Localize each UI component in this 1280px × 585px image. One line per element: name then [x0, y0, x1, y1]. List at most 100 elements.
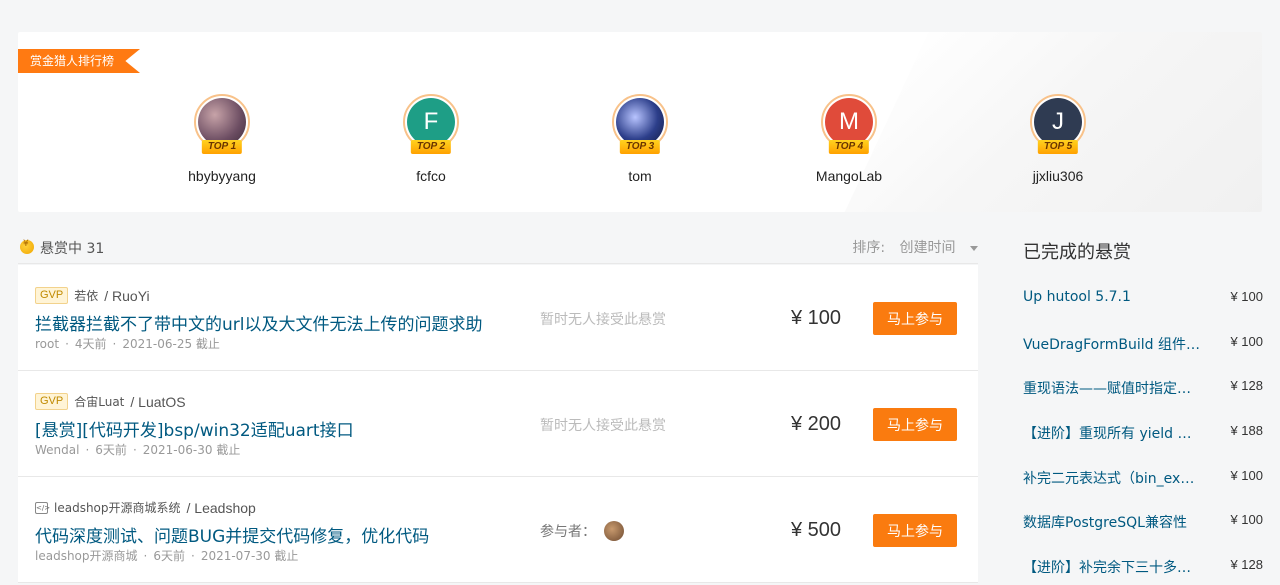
repo-name[interactable]: / RuoYi — [104, 288, 149, 304]
hunter-1[interactable]: TOP 1 hbybyyang — [162, 94, 282, 184]
avatar — [198, 98, 246, 146]
rank-badge: TOP 4 — [828, 140, 870, 154]
gvp-badge: GVP — [35, 287, 69, 304]
bounty-state-filter[interactable]: 悬赏中 31 — [40, 238, 104, 258]
coin-icon — [20, 239, 34, 254]
list-item[interactable]: 【进阶】补完余下三十多… ¥ 128 — [1023, 555, 1263, 585]
repo-name[interactable]: / LuatOS — [130, 394, 185, 410]
hunter-avatar-ring: M TOP 4 — [821, 94, 877, 154]
rank-badge: TOP 5 — [1037, 140, 1079, 154]
completed-bounty-price: ¥ 128 — [1230, 378, 1263, 394]
completed-bounty-price: ¥ 100 — [1230, 467, 1263, 483]
bounty-participants: 参与者： — [540, 521, 624, 541]
bounty-hunter-ranking: 赏金猎人排行榜 TOP 1 hbybyyang F TOP 2 fcfco TO… — [18, 32, 1262, 212]
participant-avatar[interactable] — [604, 521, 624, 541]
bounty-title[interactable]: [悬赏][代码开发]bsp/win32适配uart接口 — [35, 416, 354, 441]
list-item[interactable]: Up hutool 5.7.1 ¥ 100 — [1023, 287, 1263, 332]
list-item[interactable]: 数据库PostgreSQL兼容性 ¥ 100 — [1023, 510, 1263, 555]
bounty-list: GVP 若依 / RuoYi 拦截器拦截不了带中文的url以及大文件无法上传的问… — [18, 265, 978, 583]
completed-bounty-price: ¥ 100 — [1230, 512, 1263, 528]
bounty-deadline: 2021-06-25 截止 — [122, 337, 220, 351]
completed-bounty-price: ¥ 100 — [1230, 289, 1263, 304]
bounty-deadline: 2021-06-30 截止 — [142, 443, 241, 457]
bounty-repo: GVP 合宙Luat / LuatOS — [35, 393, 186, 410]
bounty-age: 4天前 — [74, 337, 107, 351]
bounty-author[interactable]: leadshop开源商城 — [35, 549, 138, 563]
rank-badge: TOP 3 — [619, 140, 661, 154]
completed-bounty-price: ¥ 188 — [1230, 423, 1263, 439]
bounty-deadline: 2021-07-30 截止 — [200, 549, 299, 563]
completed-bounty-title[interactable]: 重现语法——赋值时指定… — [1023, 378, 1203, 398]
completed-bounties-title: 已完成的悬赏 — [1023, 242, 1131, 263]
list-item[interactable]: 补完二元表达式（bin_exp… ¥ 100 — [1023, 466, 1263, 511]
completed-bounty-title[interactable]: 补完二元表达式（bin_exp… — [1023, 468, 1203, 488]
hunter-5[interactable]: J TOP 5 jjxliu306 — [998, 94, 1118, 184]
bounty-age: 6天前 — [153, 549, 185, 563]
bounty-age: 6天前 — [95, 443, 127, 457]
bounty-meta: Wendal · 6天前 · 2021-06-30 截止 — [35, 443, 241, 457]
bounty-price: ¥ 500 — [791, 519, 842, 541]
rank-badge: TOP 1 — [201, 140, 243, 154]
hunter-name[interactable]: MangoLab — [789, 168, 909, 184]
status-text: 暂时无人接受此悬赏 — [540, 418, 666, 434]
avatar — [616, 98, 664, 146]
bounty-price: ¥ 200 — [791, 413, 842, 435]
list-item[interactable]: VueDragFormBuild 组件 … ¥ 100 — [1023, 332, 1263, 377]
ranking-tag: 赏金猎人排行榜 — [18, 49, 141, 73]
hunter-4[interactable]: M TOP 4 MangoLab — [789, 94, 909, 184]
avatar: F — [407, 98, 455, 146]
completed-bounty-title[interactable]: 【进阶】重现所有 yield 相… — [1023, 423, 1203, 443]
list-item[interactable]: 重现语法——赋值时指定… ¥ 128 — [1023, 376, 1263, 421]
bounty-row: GVP 若依 / RuoYi 拦截器拦截不了带中文的url以及大文件无法上传的问… — [18, 265, 978, 371]
hunter-avatar-ring: F TOP 2 — [403, 94, 459, 154]
code-icon: </> — [35, 501, 51, 514]
repo-owner[interactable]: leadshop开源商城系统 — [54, 499, 181, 516]
bounty-title[interactable]: 代码深度测试、问题BUG并提交代码修复，优化代码 — [35, 522, 429, 547]
join-bounty-button[interactable]: 马上参与 — [873, 514, 957, 547]
repo-owner[interactable]: 若依 — [74, 287, 98, 304]
repo-owner[interactable]: 合宙Luat — [74, 393, 124, 410]
bounty-row: </> leadshop开源商城系统 / Leadshop 代码深度测试、问题B… — [18, 477, 978, 583]
join-bounty-button[interactable]: 马上参与 — [873, 408, 957, 441]
bounty-meta: leadshop开源商城 · 6天前 · 2021-07-30 截止 — [35, 549, 299, 563]
join-bounty-button[interactable]: 马上参与 — [873, 302, 957, 335]
bounty-price: ¥ 100 — [791, 307, 842, 329]
status-text: 暂时无人接受此悬赏 — [540, 312, 666, 328]
sort-dropdown[interactable]: 排序: 创建时间 — [852, 237, 978, 257]
bounty-repo: </> leadshop开源商城系统 / Leadshop — [35, 499, 256, 516]
completed-bounties-list: Up hutool 5.7.1 ¥ 100 VueDragFormBuild 组… — [1023, 287, 1263, 585]
bounty-status: 暂时无人接受此悬赏 — [540, 415, 666, 435]
hunter-2[interactable]: F TOP 2 fcfco — [371, 94, 491, 184]
bounty-list-header: 悬赏中 31 排序: 创建时间 — [18, 230, 978, 264]
bounty-row: GVP 合宙Luat / LuatOS [悬赏][代码开发]bsp/win32适… — [18, 371, 978, 477]
bounty-status: 暂时无人接受此悬赏 — [540, 309, 666, 329]
caret-down-icon — [970, 245, 978, 251]
completed-bounty-price: ¥ 100 — [1230, 333, 1263, 349]
hunter-avatar-ring: TOP 1 — [194, 94, 250, 154]
repo-name[interactable]: / Leadshop — [187, 500, 256, 516]
gvp-badge: GVP — [35, 393, 69, 410]
hunter-name[interactable]: fcfco — [371, 168, 491, 184]
sort-label: 排序: — [852, 240, 886, 256]
hunter-name[interactable]: tom — [580, 168, 700, 184]
avatar: M — [825, 98, 873, 146]
completed-bounty-title[interactable]: 【进阶】补完余下三十多… — [1023, 557, 1203, 577]
hunter-avatar-ring: J TOP 5 — [1030, 94, 1086, 154]
bounty-title[interactable]: 拦截器拦截不了带中文的url以及大文件无法上传的问题求助 — [35, 310, 483, 335]
completed-bounty-title[interactable]: VueDragFormBuild 组件 … — [1023, 334, 1203, 354]
participants-label: 参与者： — [540, 524, 596, 540]
bounty-author[interactable]: root — [35, 337, 59, 351]
completed-bounty-title[interactable]: Up hutool 5.7.1 — [1023, 289, 1203, 305]
completed-bounty-title[interactable]: 数据库PostgreSQL兼容性 — [1023, 512, 1203, 532]
rank-badge: TOP 2 — [410, 140, 452, 154]
bounty-repo: GVP 若依 / RuoYi — [35, 287, 150, 304]
hunter-name[interactable]: jjxliu306 — [998, 168, 1118, 184]
hunter-name[interactable]: hbybyyang — [162, 168, 282, 184]
hunter-avatar-ring: TOP 3 — [612, 94, 668, 154]
avatar: J — [1034, 98, 1082, 146]
bounty-author[interactable]: Wendal — [35, 443, 79, 457]
sort-value: 创建时间 — [899, 240, 956, 256]
hunter-3[interactable]: TOP 3 tom — [580, 94, 700, 184]
list-item[interactable]: 【进阶】重现所有 yield 相… ¥ 188 — [1023, 421, 1263, 466]
completed-bounty-price: ¥ 128 — [1230, 557, 1263, 573]
